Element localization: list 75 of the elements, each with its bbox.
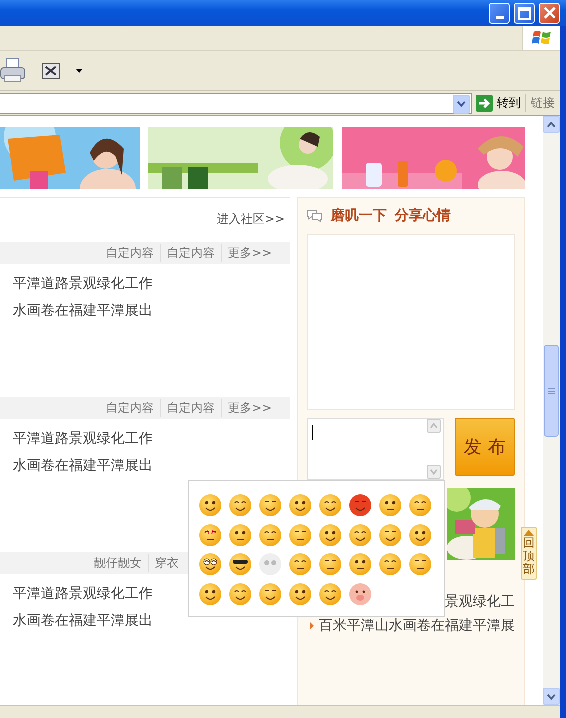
section-link[interactable]: 更多>> (220, 244, 278, 262)
dropdown-button[interactable] (453, 94, 470, 114)
links-label[interactable]: 链接 (525, 94, 560, 112)
news-link[interactable]: 水画卷在福建平潭展出 (13, 303, 153, 319)
caret-icon[interactable] (76, 68, 83, 72)
edit-icon[interactable] (42, 62, 60, 78)
news-link[interactable]: 百米平潭山水画卷在福建平潭展 (319, 614, 515, 638)
smiley-icon[interactable] (228, 494, 252, 518)
smiley-icon[interactable] (378, 494, 402, 518)
scroll-down-button[interactable] (543, 688, 560, 705)
section-link[interactable]: 自定内容 (100, 244, 160, 262)
smiley-icon[interactable] (378, 553, 402, 576)
smiley-icon[interactable] (258, 524, 282, 547)
community-link[interactable]: 进入社区>> (216, 212, 285, 226)
close-icon (544, 7, 556, 19)
minimize-icon (496, 16, 504, 18)
arrow-right-icon (476, 94, 493, 112)
scroll-thumb[interactable] (544, 345, 559, 437)
chevron-down-icon (547, 694, 556, 700)
section-link[interactable]: 靓仔靓女 (88, 554, 148, 572)
news-link[interactable]: 平潭道路景观绿化工作 (13, 276, 153, 292)
smiley-icon[interactable] (348, 553, 372, 576)
post-button[interactable]: 发 布 (455, 418, 515, 476)
scroll-up-button[interactable] (543, 116, 560, 133)
back-to-top-button[interactable]: 回顶部 (521, 527, 537, 580)
address-field[interactable] (0, 92, 472, 114)
section-link[interactable]: 更多>> (220, 399, 278, 417)
go-button[interactable]: 转到 (472, 94, 525, 112)
smiley-icon[interactable] (288, 494, 312, 518)
pig-face-icon[interactable] (348, 582, 372, 606)
bullet-icon (310, 622, 314, 630)
news-link[interactable]: 平潭道路景观绿化工作 (13, 431, 153, 447)
smiley-icon[interactable] (408, 494, 432, 518)
panel-title: 磨叽一下 (331, 206, 387, 226)
chevron-up-icon (547, 122, 556, 128)
news-link[interactable]: 水画卷在福建平潭展出 (13, 613, 153, 629)
section-link[interactable]: 自定内容 (100, 399, 160, 417)
smiley-icon[interactable] (258, 582, 282, 606)
printer-icon[interactable] (0, 56, 26, 84)
smiley-icon[interactable] (378, 524, 402, 547)
news-link[interactable]: 水画卷在福建平潭展出 (13, 458, 153, 474)
smiley-icon[interactable] (318, 553, 342, 576)
windows-logo-icon (532, 29, 552, 47)
smiley-icon[interactable] (288, 524, 312, 547)
smiley-icon[interactable] (348, 524, 372, 547)
smiley-icon[interactable] (228, 524, 252, 547)
section-link[interactable]: 穿衣 (148, 554, 185, 572)
smiley-icon[interactable] (318, 524, 342, 547)
close-button[interactable] (539, 2, 560, 24)
maximize-button[interactable] (514, 2, 535, 24)
smiley-icon[interactable] (408, 553, 432, 576)
smiley-icon[interactable] (198, 494, 222, 518)
speech-bubble-icon (307, 209, 323, 223)
smiley-icon[interactable] (408, 524, 432, 547)
smiley-icon[interactable] (318, 582, 342, 606)
news-link[interactable]: 平潭道路景观绿化工作 (13, 586, 153, 602)
section-link[interactable]: 自定内容 (160, 399, 221, 417)
maximize-icon (518, 6, 531, 20)
smiley-icon[interactable] (198, 582, 222, 606)
smiley-icon[interactable] (198, 553, 222, 576)
smiley-icon[interactable] (258, 494, 282, 518)
panel-title: 分享心情 (395, 206, 451, 226)
triangle-up-icon (524, 530, 534, 536)
chevron-down-icon (457, 101, 466, 107)
sunglasses-face-icon[interactable] (228, 553, 252, 576)
section-link[interactable]: 自定内容 (160, 244, 221, 262)
grip-icon (548, 388, 555, 394)
angry-face-icon[interactable] (348, 494, 372, 518)
news-link[interactable]: 景观绿化工 (445, 590, 515, 614)
smiley-icon[interactable] (318, 494, 342, 518)
smiley-icon[interactable] (198, 524, 222, 547)
smiley-icon[interactable] (288, 582, 312, 606)
minimize-button[interactable] (489, 2, 510, 24)
smiley-icon[interactable] (288, 553, 312, 576)
smiley-icon[interactable] (228, 582, 252, 606)
